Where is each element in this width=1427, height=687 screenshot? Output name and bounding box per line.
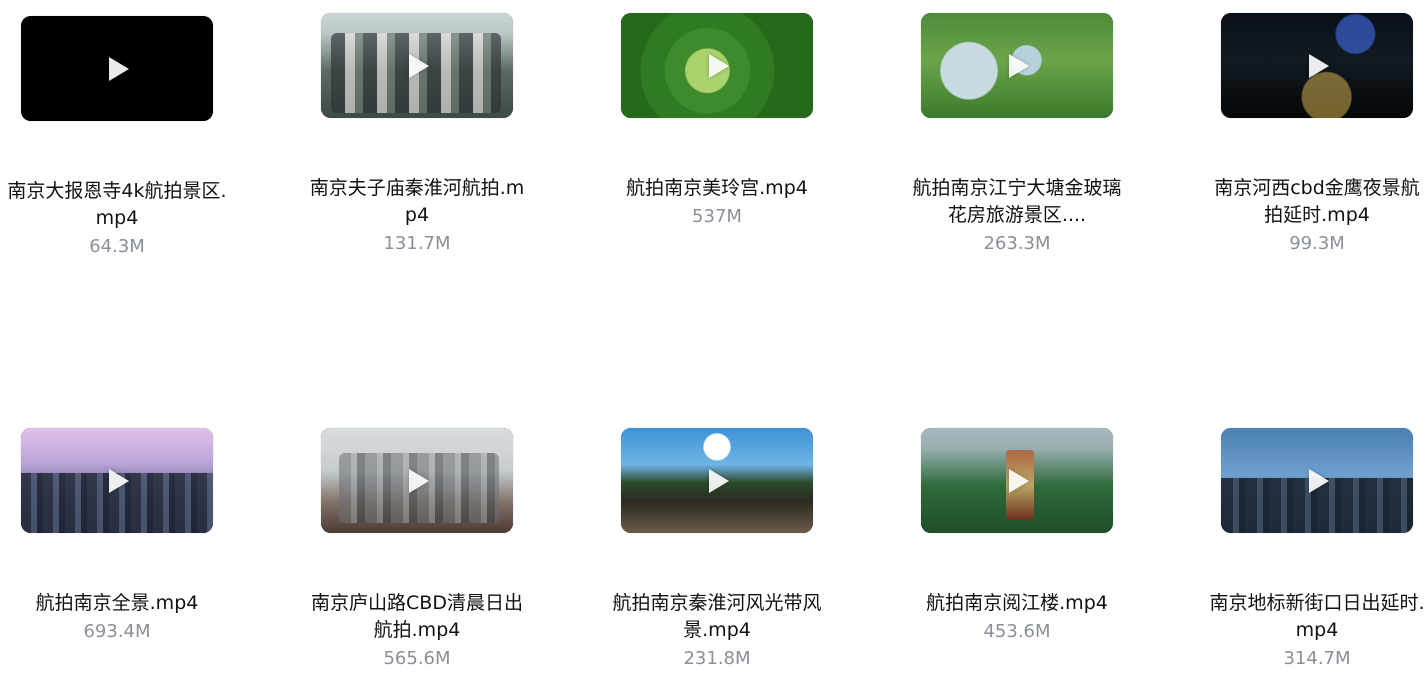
video-filename: 南京地标新街口日出延时.mp4 (1209, 592, 1425, 641)
video-size: 231.8M (683, 648, 751, 669)
play-icon (109, 56, 129, 81)
video-size: 131.7M (383, 233, 451, 254)
video-size: 693.4M (83, 621, 151, 642)
video-size: 314.7M (1283, 648, 1351, 669)
video-item[interactable]: 航拍南京美玲宫.mp4 537M (587, 13, 847, 230)
play-icon (1309, 53, 1329, 78)
video-item[interactable]: 南京庐山路CBD清晨日出航拍.mp4 565.6M (287, 428, 547, 672)
video-filename: 南京夫子庙秦淮河航拍.mp4 (309, 177, 525, 226)
play-icon (1009, 468, 1029, 493)
video-size: 537M (692, 206, 742, 227)
video-thumbnail[interactable] (621, 13, 813, 118)
video-thumbnail[interactable] (321, 13, 513, 118)
video-size: 64.3M (89, 236, 145, 257)
play-icon (1009, 53, 1029, 78)
video-thumbnail[interactable] (321, 428, 513, 533)
video-thumbnail[interactable] (21, 16, 213, 121)
video-filename: 航拍南京秦淮河风光带风景.mp4 (612, 592, 822, 641)
video-size: 263.3M (983, 233, 1051, 254)
play-icon (709, 53, 729, 78)
video-filename: 南京大报恩寺4k航拍景区.mp4 (7, 180, 227, 229)
play-icon (409, 468, 429, 493)
video-filename: 航拍南京美玲宫.mp4 (626, 177, 808, 199)
video-item[interactable]: 南京大报恩寺4k航拍景区.mp4 64.3M (0, 16, 247, 260)
video-thumbnail[interactable] (1221, 13, 1413, 118)
video-item[interactable]: 南京河西cbd金鹰夜景航拍延时.mp4 99.3M (1187, 13, 1427, 257)
video-filename: 南京河西cbd金鹰夜景航拍延时.mp4 (1214, 177, 1420, 226)
video-item[interactable]: 航拍南京秦淮河风光带风景.mp4 231.8M (587, 428, 847, 672)
video-grid: 南京大报恩寺4k航拍景区.mp4 64.3M 南京夫子庙秦淮河航拍.mp4 13… (0, 0, 1427, 687)
video-filename: 航拍南京阅江楼.mp4 (926, 592, 1108, 614)
video-filename: 航拍南京全景.mp4 (35, 592, 199, 614)
video-item[interactable]: 航拍南京江宁大塘金玻璃花房旅游景区.... 263.3M (887, 13, 1147, 257)
play-icon (709, 468, 729, 493)
play-icon (1309, 468, 1329, 493)
video-item[interactable]: 航拍南京全景.mp4 693.4M (0, 428, 247, 645)
video-thumbnail[interactable] (1221, 428, 1413, 533)
video-thumbnail[interactable] (621, 428, 813, 533)
video-thumbnail[interactable] (921, 428, 1113, 533)
play-icon (109, 468, 129, 493)
video-item[interactable]: 南京地标新街口日出延时.mp4 314.7M (1187, 428, 1427, 672)
video-thumbnail[interactable] (21, 428, 213, 533)
video-size: 99.3M (1289, 233, 1345, 254)
video-thumbnail[interactable] (921, 13, 1113, 118)
video-filename: 南京庐山路CBD清晨日出航拍.mp4 (311, 592, 523, 641)
video-size: 453.6M (983, 621, 1051, 642)
video-item[interactable]: 航拍南京阅江楼.mp4 453.6M (887, 428, 1147, 645)
video-item[interactable]: 南京夫子庙秦淮河航拍.mp4 131.7M (287, 13, 547, 257)
video-size: 565.6M (383, 648, 451, 669)
play-icon (409, 53, 429, 78)
video-filename: 航拍南京江宁大塘金玻璃花房旅游景区.... (912, 177, 1122, 226)
